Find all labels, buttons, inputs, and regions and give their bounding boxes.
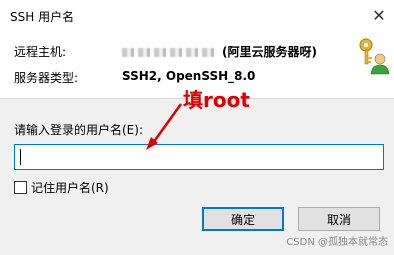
- annotation-text: 填root: [183, 88, 250, 112]
- watermark: CSDN @孤独本就常态: [286, 237, 388, 248]
- annotation-arrow: [146, 103, 183, 150]
